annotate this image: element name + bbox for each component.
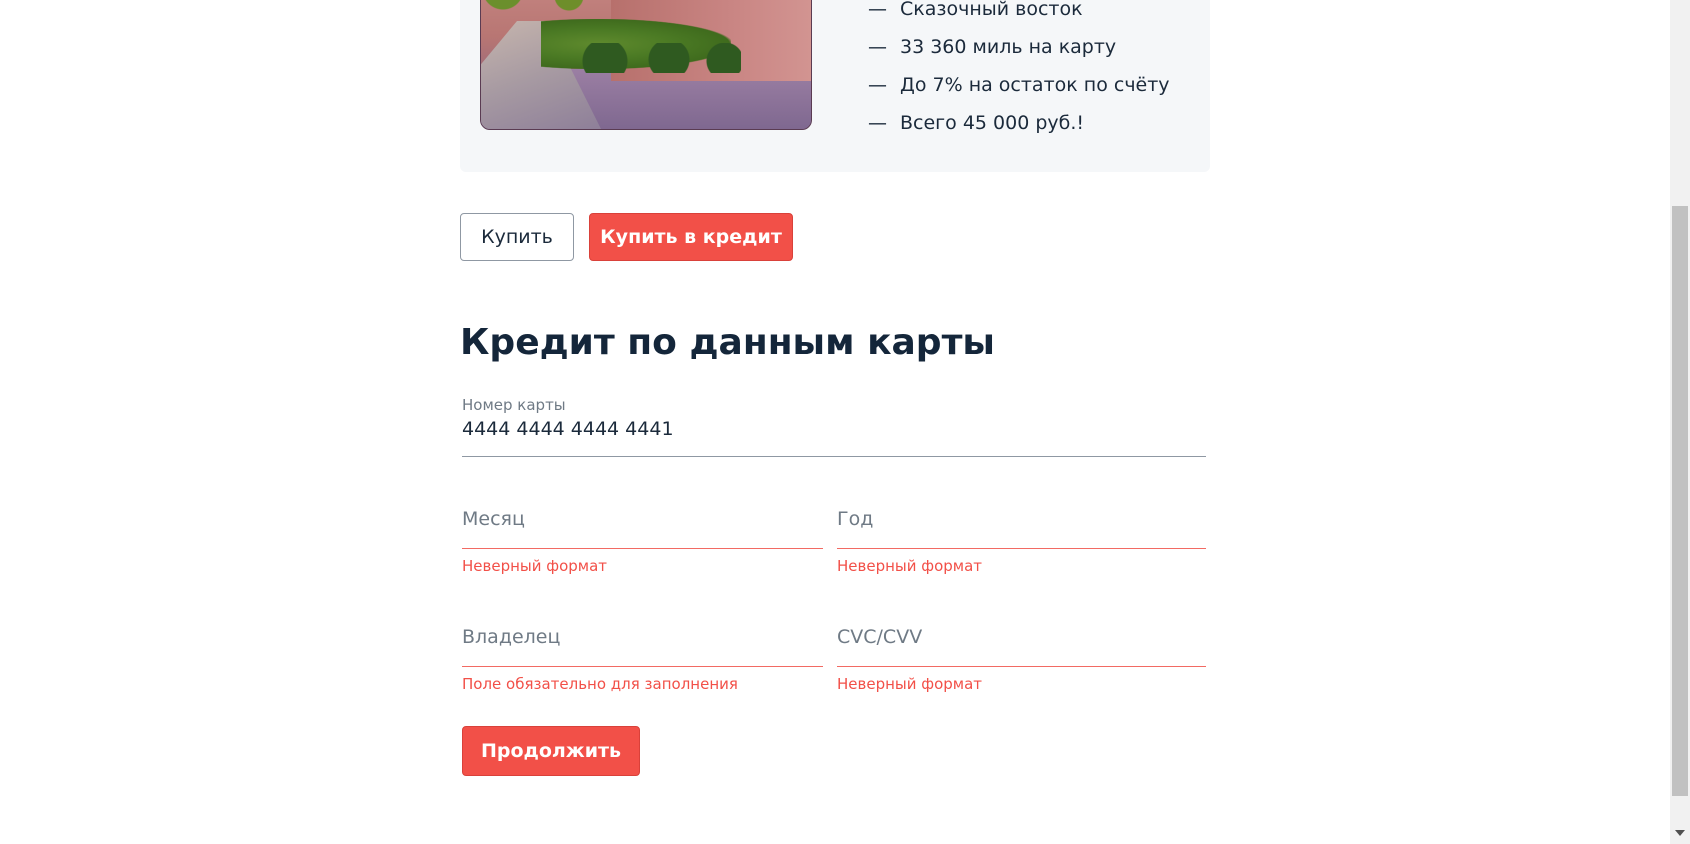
cvc-input[interactable]: CVC/CVV	[837, 626, 1206, 648]
tour-photo	[480, 0, 812, 130]
owner-error: Поле обязательно для заполнения	[462, 675, 738, 693]
buy-button[interactable]: Купить	[460, 213, 574, 261]
year-error: Неверный формат	[837, 557, 983, 575]
scrollbar-thumb[interactable]	[1672, 206, 1688, 796]
list-dash: —	[868, 112, 887, 134]
month-underline	[462, 548, 823, 549]
tour-feature-text: Всего 45 000 руб.!	[900, 112, 1085, 134]
card-number-input[interactable]: 4444 4444 4444 4441	[462, 418, 1206, 440]
month-field[interactable]: Месяц Неверный формат	[462, 508, 823, 578]
list-dash: —	[868, 74, 887, 96]
owner-field[interactable]: Владелец Поле обязательно для заполнения	[462, 626, 823, 696]
cvc-underline	[837, 666, 1206, 667]
cvc-field[interactable]: CVC/CVV Неверный формат	[837, 626, 1206, 696]
section-title: Кредит по данным карты	[460, 322, 995, 363]
month-input[interactable]: Месяц	[462, 508, 823, 530]
continue-button[interactable]: Продолжить	[462, 726, 640, 776]
tour-card: — Сказочный восток —33 360 миль на карту …	[460, 0, 1210, 172]
tour-feature-text: 33 360 миль на карту	[900, 36, 1117, 58]
tour-feature-item: — Сказочный восток	[868, 0, 1170, 28]
card-number-label: Номер карты	[462, 396, 566, 414]
month-error: Неверный формат	[462, 557, 608, 575]
owner-underline	[462, 666, 823, 667]
tour-feature-text: Сказочный восток	[900, 0, 1083, 20]
owner-input[interactable]: Владелец	[462, 626, 823, 648]
card-number-underline	[462, 456, 1206, 457]
tour-feature-item: — До 7% на остаток по счёту	[868, 66, 1170, 104]
tour-feature-text: До 7% на остаток по счёту	[900, 74, 1170, 96]
tour-feature-item: — 33 360 миль на карту	[868, 28, 1170, 66]
year-input[interactable]: Год	[837, 508, 1206, 530]
year-field[interactable]: Год Неверный формат	[837, 508, 1206, 578]
list-dash: —	[868, 36, 887, 58]
list-dash: —	[868, 0, 887, 20]
tour-feature-item: — Всего 45 000 руб.!	[868, 104, 1170, 142]
scroll-down-arrow-icon[interactable]	[1675, 830, 1685, 836]
cvc-error: Неверный формат	[837, 675, 983, 693]
photo-bushes	[581, 43, 741, 73]
tour-features-list: — Сказочный восток —33 360 миль на карту …	[868, 0, 1170, 142]
buy-credit-button[interactable]: Купить в кредит	[589, 213, 793, 261]
year-underline	[837, 548, 1206, 549]
page: — Сказочный восток —33 360 миль на карту …	[0, 0, 1670, 844]
card-number-field[interactable]: Номер карты 4444 4444 4444 4441	[462, 396, 1206, 458]
vertical-scrollbar[interactable]	[1670, 0, 1690, 844]
